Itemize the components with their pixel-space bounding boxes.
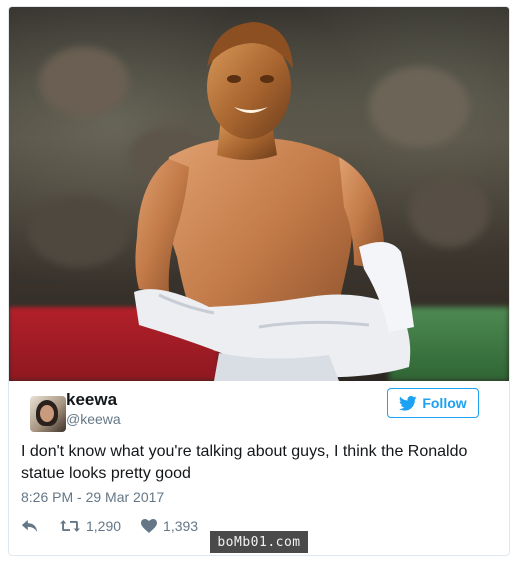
retweet-button[interactable]: 1,290	[60, 518, 121, 534]
statue-figure	[134, 22, 414, 381]
tweet-photo[interactable]	[9, 7, 509, 381]
like-button[interactable]: 1,393	[141, 518, 198, 534]
tweet-text: I don't know what you're talking about g…	[21, 443, 468, 482]
retweet-count: 1,290	[86, 518, 122, 534]
retweet-icon	[60, 520, 80, 532]
heart-icon	[141, 519, 158, 533]
tweet-actions: 1,290 1,393	[21, 516, 198, 536]
follow-label: Follow	[422, 395, 467, 411]
twitter-bird-icon	[399, 395, 418, 411]
avatar[interactable]	[30, 396, 66, 432]
reply-button[interactable]	[21, 519, 38, 533]
watermark: boMb01.com	[210, 531, 308, 553]
user-display-name[interactable]: keewa	[66, 390, 117, 410]
follow-button[interactable]: Follow	[387, 388, 479, 418]
user-handle[interactable]: @keewa	[66, 411, 121, 427]
tweet-timestamp[interactable]: 8:26 PM - 29 Mar 2017	[21, 489, 164, 505]
avatar-face	[40, 405, 54, 422]
reply-icon	[21, 520, 38, 532]
like-count: 1,393	[163, 518, 199, 534]
